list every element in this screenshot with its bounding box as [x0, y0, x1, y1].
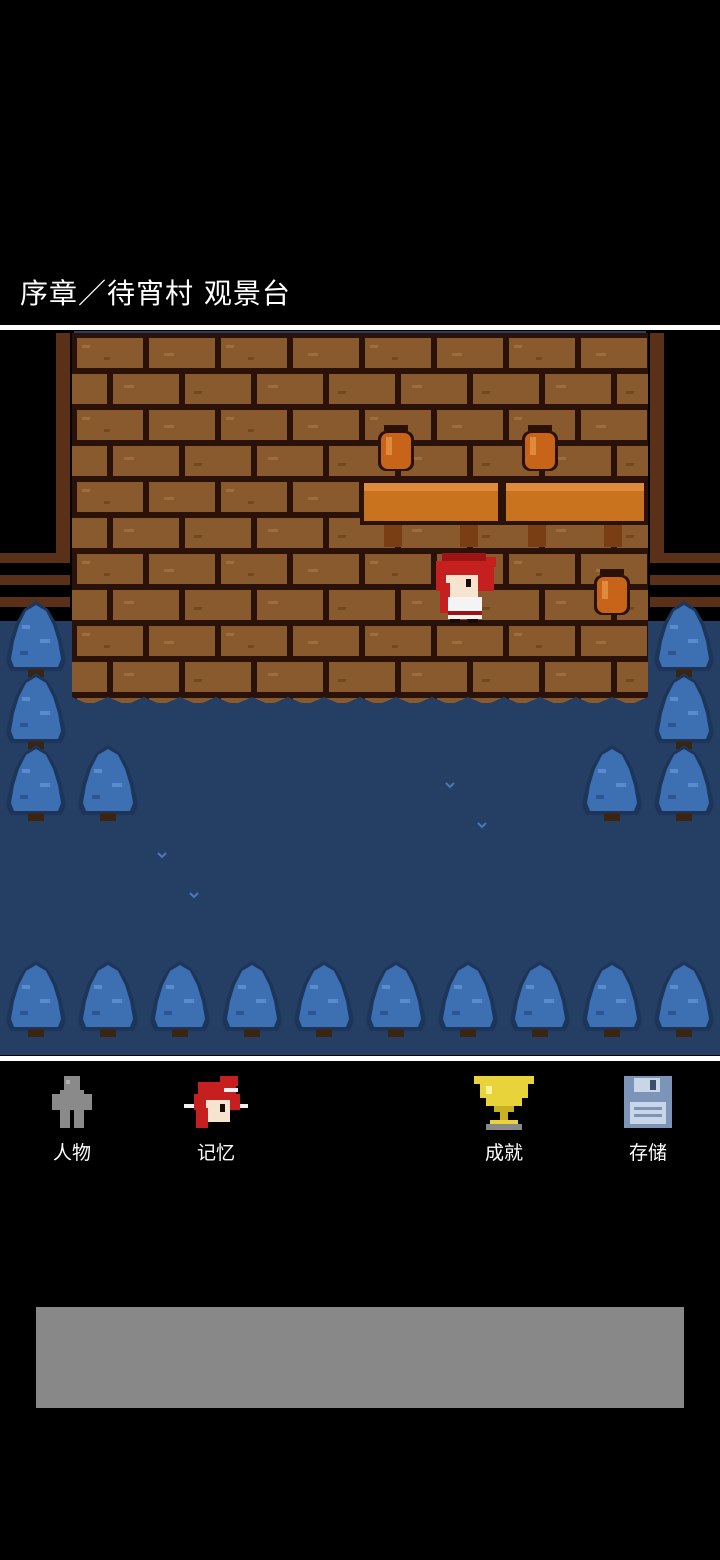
menu-achievements-label: 成就 [484, 1142, 523, 1164]
menu-characters-button[interactable]: 人物 [22, 1074, 122, 1164]
menu-save-label: 存储 [628, 1142, 667, 1164]
game-map[interactable] [0, 331, 720, 1055]
menu-memories-label: 记忆 [196, 1142, 235, 1164]
red-hair-portrait-icon [184, 1076, 248, 1128]
clay-jar [522, 425, 558, 471]
wooden-railing-left [0, 553, 70, 607]
clay-jar [594, 569, 630, 615]
location-title: 序章／待宵村 观景台 [20, 277, 291, 310]
message-box[interactable] [36, 1307, 684, 1408]
person-silhouette-icon [52, 1076, 92, 1128]
floppy-disk-icon [624, 1076, 672, 1128]
menu-characters-label: 人物 [52, 1142, 91, 1164]
menu-save-button[interactable]: 存储 [598, 1074, 698, 1164]
top-divider [0, 325, 720, 330]
bottom-divider [0, 1056, 720, 1061]
menu-achievements-button[interactable]: 成就 [454, 1074, 554, 1164]
menu-memories-button[interactable]: 记忆 [166, 1074, 266, 1164]
wooden-railing-right [650, 553, 720, 607]
clay-jar [378, 425, 414, 471]
gold-trophy-icon [474, 1076, 534, 1130]
menu-bar: 人物 记忆 成就 存储 [0, 1066, 720, 1176]
